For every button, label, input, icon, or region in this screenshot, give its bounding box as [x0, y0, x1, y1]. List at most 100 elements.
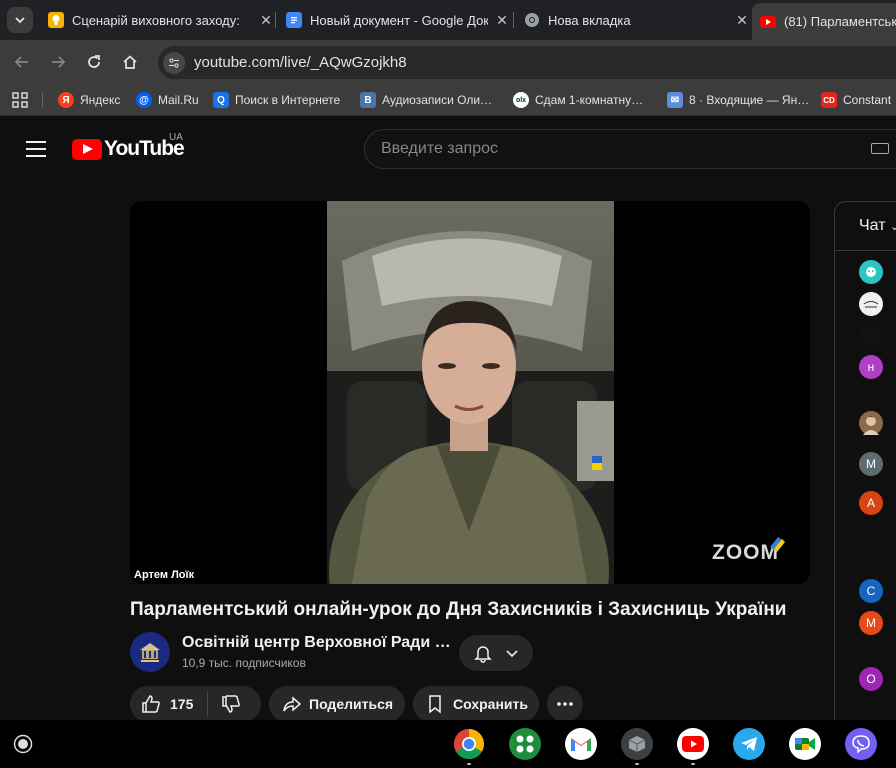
close-tab-icon[interactable]: ✕ — [494, 12, 510, 29]
apps-grid-icon — [12, 92, 28, 108]
chat-avatar[interactable] — [859, 411, 883, 435]
tab-search-button[interactable] — [7, 7, 33, 33]
reload-icon — [88, 55, 100, 68]
olx-icon: olx — [513, 92, 529, 108]
tab-title: Новый документ - Google Док — [310, 12, 488, 28]
arrow-right-icon — [52, 56, 66, 68]
vk-icon: B — [360, 92, 376, 108]
bookmark-olx[interactable]: olx Сдам 1-комнатну… — [513, 91, 643, 109]
tab-new-tab[interactable]: Нова вкладка ✕ — [516, 4, 750, 36]
chat-avatar[interactable] — [859, 260, 883, 284]
chat-title-label: Чат — [859, 217, 886, 234]
channel-name[interactable]: Освітній центр Верховної Ради … — [182, 634, 451, 652]
close-tab-icon[interactable]: ✕ — [734, 12, 750, 29]
bookmark-search[interactable]: Q Поиск в Интернете — [213, 91, 340, 109]
apps-button[interactable] — [12, 91, 28, 109]
like-count: 175 — [170, 696, 194, 712]
bookmark-label: Сдам 1-комнатну… — [535, 93, 644, 107]
notification-button[interactable] — [459, 635, 533, 671]
bookmark-mailru[interactable]: @ Mail.Ru — [136, 91, 199, 109]
thumbs-up-icon — [142, 695, 160, 713]
reload-button[interactable] — [82, 50, 106, 74]
channel-avatar[interactable] — [130, 632, 170, 672]
bell-icon — [474, 646, 492, 663]
menu-icon[interactable] — [26, 141, 46, 157]
site-info-icon[interactable] — [163, 51, 185, 74]
search-input[interactable]: Введите запрос — [364, 129, 896, 169]
subscriber-count: 10,9 тыс. подписчиков — [182, 656, 306, 670]
country-code: UA — [169, 132, 183, 143]
bookmark-label: Constant — [843, 93, 892, 107]
video-player[interactable]: Артем Лоїк ZOOM — [130, 201, 810, 584]
bookmark-constant[interactable]: CD Constant — [821, 91, 891, 109]
video-frame — [327, 201, 614, 584]
avatar-letter: н — [867, 360, 875, 374]
home-button[interactable] — [118, 50, 142, 74]
bookmark-label: 8 · Входящие — Ян… — [689, 93, 810, 107]
bookmark-yandex[interactable]: Я Яндекс — [58, 91, 120, 109]
arrow-left-icon — [14, 56, 28, 68]
youtube-header: YouTube UA Введите запрос — [0, 117, 896, 181]
back-button[interactable] — [10, 50, 34, 74]
youtube-icon — [760, 14, 776, 30]
participant-name: Артем Лоїк — [132, 568, 197, 582]
viber-icon[interactable] — [845, 728, 877, 760]
save-label: Сохранить — [453, 696, 528, 712]
like-button[interactable]: 175 — [130, 686, 207, 722]
chat-avatar[interactable]: A — [859, 491, 883, 515]
app-grid-icon[interactable] — [509, 728, 541, 760]
gmail-icon[interactable] — [565, 728, 597, 760]
chat-avatar[interactable] — [859, 292, 883, 316]
live-chat-panel: Чат ⌄ н M A C M O — [834, 201, 896, 731]
bookmark-label: Яндекс — [80, 93, 121, 107]
dislike-button[interactable] — [208, 686, 254, 722]
bookmark-label: Аудиозаписи Оли… — [382, 93, 493, 107]
chevron-down-icon — [506, 650, 518, 658]
youtube-app-icon[interactable] — [677, 728, 709, 760]
keyboard-icon[interactable] — [871, 143, 889, 154]
chat-avatar[interactable] — [859, 323, 883, 347]
chevron-down-icon: ⌄ — [890, 221, 896, 233]
bookmark-label: Mail.Ru — [158, 93, 199, 107]
mailru-icon: @ — [136, 92, 152, 108]
chat-mode-dropdown[interactable]: Чат ⌄ — [859, 217, 896, 235]
more-horizontal-icon — [557, 702, 573, 706]
chat-header: Чат ⌄ — [835, 202, 896, 251]
chrome-app-icon[interactable] — [453, 728, 485, 760]
share-label: Поделиться — [309, 696, 394, 712]
chevron-down-icon — [15, 17, 25, 24]
forward-button[interactable] — [46, 50, 70, 74]
telegram-icon[interactable] — [733, 728, 765, 760]
chat-avatar[interactable]: C — [859, 579, 883, 603]
more-actions-button[interactable] — [547, 686, 583, 722]
tab-google-docs[interactable]: Новый документ - Google Док ✕ — [278, 4, 510, 36]
url-text: youtube.com/live/_AQwGzojkh8 — [194, 54, 407, 71]
youtube-logo[interactable]: YouTube — [72, 137, 185, 161]
close-tab-icon[interactable]: ✕ — [258, 12, 274, 29]
like-dislike-group: 175 — [130, 686, 261, 722]
mail-icon: ✉ — [667, 92, 683, 108]
share-button[interactable]: Поделиться — [269, 686, 405, 722]
bookmark-vk[interactable]: B Аудиозаписи Оли… — [360, 91, 492, 109]
search-icon: Q — [213, 92, 229, 108]
chat-avatar[interactable]: н — [859, 355, 883, 379]
youtube-play-icon — [72, 138, 102, 160]
share-icon — [283, 696, 302, 712]
cube-app-icon[interactable] — [621, 728, 653, 760]
parliament-emblem-icon — [140, 643, 160, 662]
avatar-letter: A — [866, 496, 875, 510]
chat-avatar[interactable]: M — [859, 611, 883, 635]
chat-avatar[interactable]: O — [859, 667, 883, 691]
tab-title: Сценарій виховного заходу: — [72, 12, 240, 28]
bookmark-yandex-mail[interactable]: ✉ 8 · Входящие — Ян… — [667, 91, 809, 109]
bookmark-icon — [429, 695, 441, 714]
save-button[interactable]: Сохранить — [413, 686, 539, 722]
screen: Сценарій виховного заходу: ✕ Новый докум… — [0, 0, 896, 768]
address-bar[interactable]: youtube.com/live/_AQwGzojkh8 — [158, 46, 896, 79]
tab-scenario[interactable]: Сценарій виховного заходу: ✕ — [40, 4, 274, 36]
chat-avatar[interactable]: M — [859, 452, 883, 476]
google-meet-icon[interactable] — [789, 728, 821, 760]
home-icon — [123, 55, 137, 69]
launcher-button[interactable] — [11, 732, 35, 756]
tab-youtube-active[interactable]: (81) Парламентськ — [752, 3, 896, 40]
